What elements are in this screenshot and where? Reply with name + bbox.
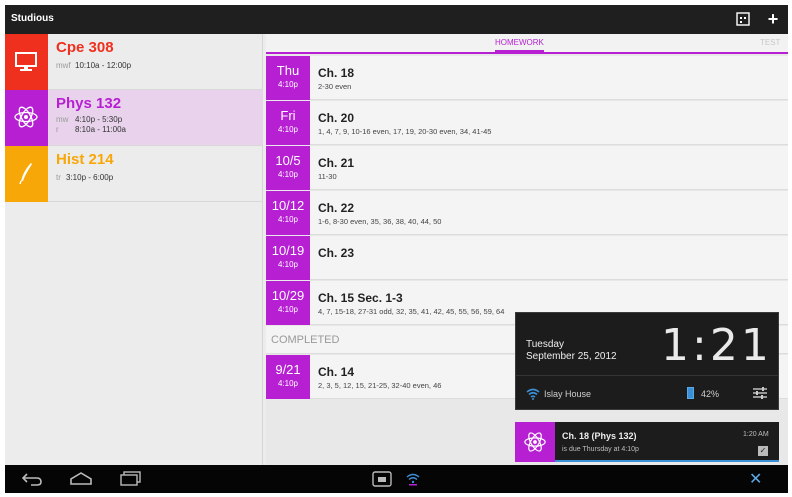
due-date: Fri 4:10p — [266, 101, 310, 145]
notification-title: Ch. 18 (Phys 132) — [562, 431, 637, 441]
due-date: Thu 4:10p — [266, 56, 310, 100]
course-tile — [5, 90, 48, 146]
tab-homework[interactable]: HOMEWORK — [495, 38, 544, 52]
homework-title: Ch. 18 — [318, 66, 355, 80]
course-item-phys-132[interactable]: Phys 132 mw 4:10p - 5:30p r 8:10a - 11:00a — [5, 90, 263, 146]
close-icon[interactable]: ✕ — [749, 469, 762, 489]
screen-icon[interactable] — [372, 471, 392, 487]
tab-tests[interactable]: TEST — [760, 38, 780, 47]
course-list: Cpe 308 mwf 10:10a - 12:00p Phys 132 mw 4:… — [5, 34, 263, 465]
homework-item[interactable]: 10/19 4:10p Ch. 23 — [266, 236, 788, 280]
homework-item[interactable]: Thu 4:10p Ch. 18 2-30 even — [266, 56, 788, 100]
wifi-network-name[interactable]: Islay House — [544, 389, 591, 399]
course-name: Cpe 308 — [56, 39, 114, 56]
navigation-bar: ✕ — [5, 465, 788, 493]
homework-title: Ch. 20 — [318, 111, 355, 125]
tab-bar: HOMEWORK TEST — [266, 34, 788, 54]
wifi-icon[interactable] — [526, 388, 540, 400]
course-schedule: mw 4:10p - 5:30p — [56, 115, 123, 124]
course-name: Hist 214 — [56, 151, 114, 168]
calendar-icon[interactable] — [735, 11, 751, 27]
notification-tile — [515, 422, 555, 462]
course-schedule: r 8:10a - 11:00a — [56, 125, 127, 134]
battery-icon — [687, 387, 694, 399]
due-date: 9/21 4:10p — [266, 355, 310, 399]
homework-title: Ch. 21 — [318, 156, 355, 170]
wifi-status-icon — [406, 473, 420, 486]
home-icon[interactable] — [69, 472, 93, 486]
shade-clock: 1:21 — [661, 320, 772, 371]
due-date: 10/29 4:10p — [266, 281, 310, 325]
homework-item[interactable]: Fri 4:10p Ch. 20 1, 4, 7, 9, 10-16 even, … — [266, 101, 788, 145]
battery-level: 42% — [701, 389, 720, 399]
homework-problems: 4, 7, 15-18, 27-31 odd, 32, 35, 41, 42, … — [318, 307, 505, 316]
completed-label: COMPLETED — [271, 334, 340, 346]
quill-icon — [19, 163, 32, 185]
notification-time: 1:20 AM — [743, 431, 769, 438]
atom-icon — [524, 432, 546, 452]
homework-title: Ch. 14 — [318, 365, 355, 379]
course-schedule: mwf 10:10a - 12:00p — [56, 61, 132, 70]
tablet-screen: Studious + Cpe 308 mwf 10:10a - 12:00p P… — [5, 5, 788, 493]
quick-settings-icon[interactable] — [752, 385, 768, 401]
course-name: Phys 132 — [56, 95, 122, 112]
course-tile — [5, 146, 48, 202]
homework-item[interactable]: 10/5 4:10p Ch. 21 11-30 — [266, 146, 788, 190]
homework-problems: 1, 4, 7, 9, 10-16 even, 17, 19, 20-30 ev… — [318, 127, 492, 136]
check-icon[interactable]: ✓ — [758, 446, 768, 456]
shade-date: September 25, 2012 — [526, 351, 617, 362]
homework-problems: 2, 3, 5, 12, 15, 21-25, 32-40 even, 46 — [318, 381, 442, 390]
course-item-cpe-308[interactable]: Cpe 308 mwf 10:10a - 12:00p — [5, 34, 263, 90]
course-item-hist-214[interactable]: Hist 214 tr 3:10p - 6:00p — [5, 146, 263, 202]
due-date: 10/19 4:10p — [266, 236, 310, 280]
notification-text: is due Thursday at 4:10p — [562, 446, 639, 453]
action-bar: Studious + — [5, 5, 788, 34]
due-date: 10/12 4:10p — [266, 191, 310, 235]
homework-problems: 1-6, 8-30 even, 35, 36, 38, 40, 44, 50 — [318, 217, 442, 226]
app-title: Studious — [11, 13, 54, 24]
notification-shade: Tuesday September 25, 2012 1:21 Islay Ho… — [515, 312, 779, 410]
homework-problems: 11-30 — [318, 172, 337, 181]
course-schedule: tr 3:10p - 6:00p — [56, 173, 114, 182]
homework-problems: 2-30 even — [318, 82, 352, 91]
homework-title: Ch. 15 Sec. 1-3 — [318, 291, 403, 305]
due-date: 10/5 4:10p — [266, 146, 310, 190]
monitor-icon — [15, 52, 37, 71]
atom-icon — [14, 106, 38, 128]
homework-title: Ch. 23 — [318, 246, 355, 260]
shade-day: Tuesday — [526, 339, 564, 350]
homework-notification[interactable]: Ch. 18 (Phys 132) is due Thursday at 4:1… — [515, 422, 779, 462]
divider — [516, 375, 778, 376]
back-icon[interactable] — [21, 472, 43, 486]
homework-title: Ch. 22 — [318, 201, 355, 215]
homework-item[interactable]: 10/12 4:10p Ch. 22 1-6, 8-30 even, 35, 36… — [266, 191, 788, 235]
recent-apps-icon[interactable] — [119, 471, 143, 487]
add-icon[interactable]: + — [765, 10, 781, 28]
course-tile — [5, 34, 48, 90]
